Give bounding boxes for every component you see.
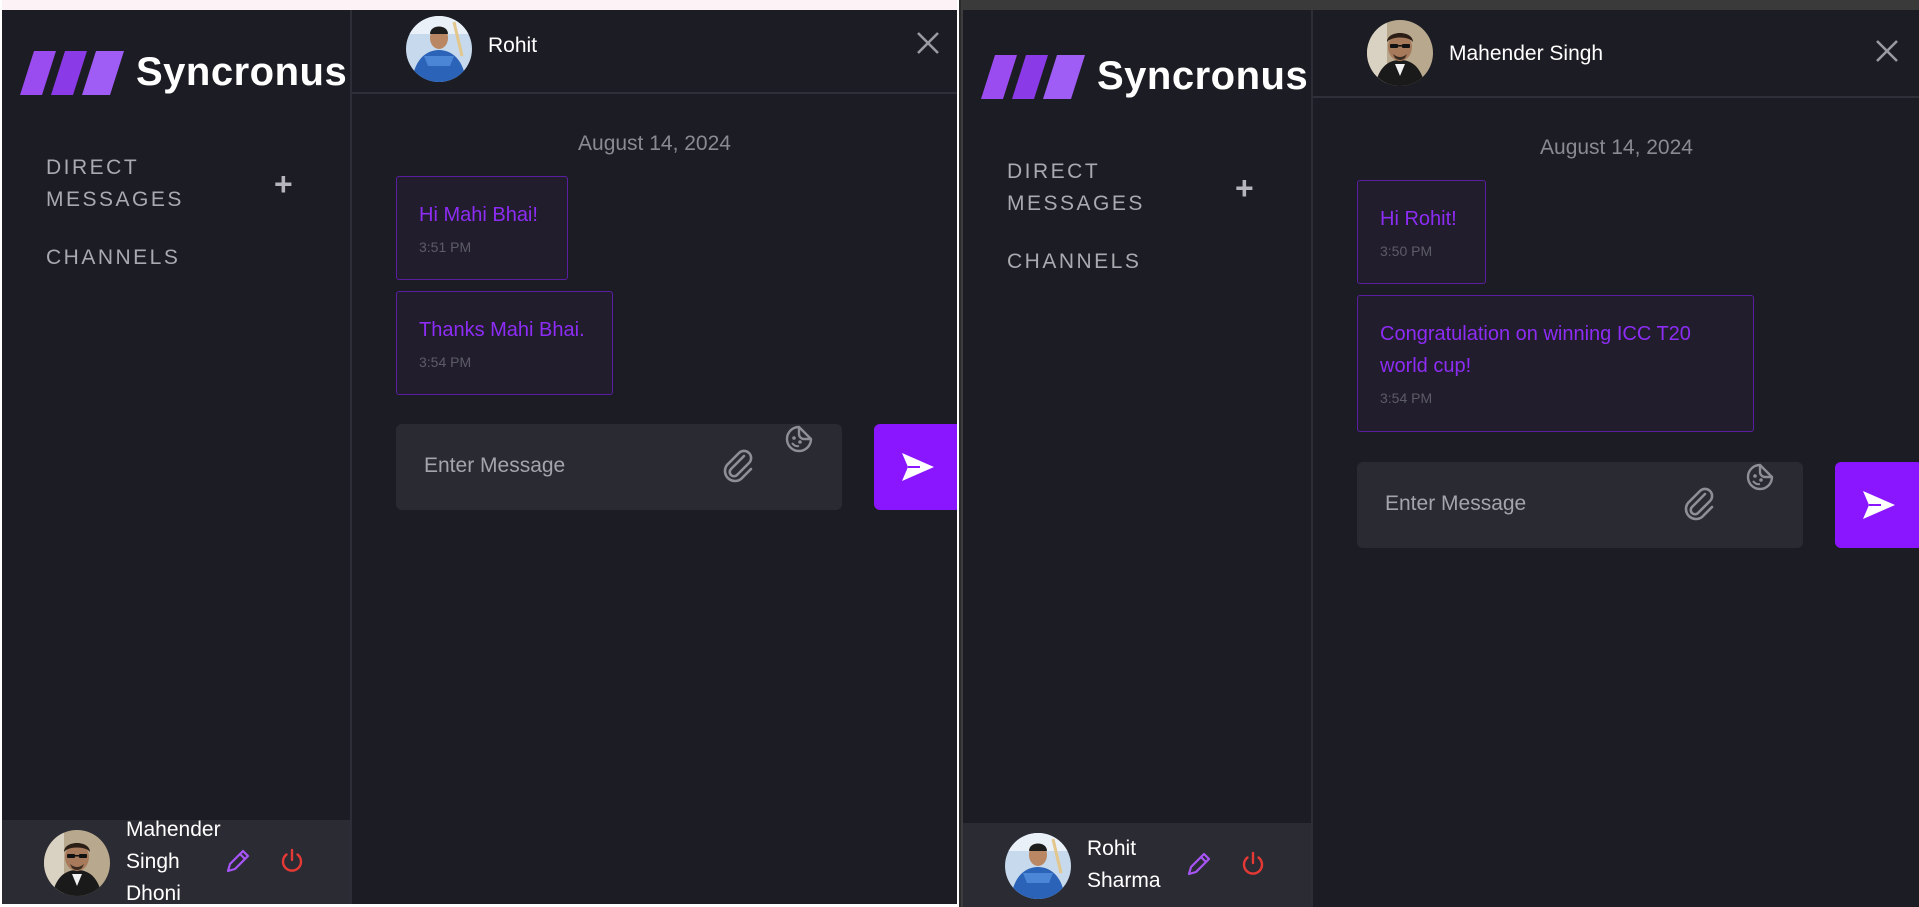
chat-header: Rohit: [352, 10, 957, 94]
user-name-line3: Dhoni: [126, 882, 181, 905]
send-icon: [902, 453, 934, 481]
message-bubble: Congratulation on winning ICC T20 world …: [1357, 295, 1754, 432]
direct-messages-heading: DIRECT MESSAGES: [46, 152, 184, 216]
message-text: Thanks Mahi Bhai.: [419, 319, 585, 341]
app-name: Syncronus: [136, 50, 348, 94]
close-icon[interactable]: [915, 30, 941, 56]
chat-panel: Rohit August 14, 2024 Hi Mahi Bhai! 3:51…: [352, 10, 957, 904]
direct-messages-heading: DIRECT MESSAGES: [1007, 156, 1145, 220]
user-name-line2: Sharma: [1087, 869, 1161, 892]
paperclip-icon[interactable]: [722, 448, 756, 484]
user-name-line1: Mahender: [126, 818, 221, 841]
chat-panel: Mahender Singh August 14, 2024 Hi Rohit!…: [1313, 10, 1919, 907]
pencil-icon[interactable]: [1185, 850, 1213, 878]
paperclip-icon[interactable]: [1683, 486, 1717, 522]
user-profile-bar: Rohit Sharma: [963, 823, 1311, 907]
user-name-line1: Rohit: [1087, 837, 1137, 860]
contact-name: Mahender Singh: [1449, 42, 1604, 65]
channels-heading: CHANNELS: [46, 246, 181, 269]
new-dm-plus-icon[interactable]: +: [1235, 172, 1254, 204]
direct-messages-label-line1: DIRECT: [1007, 160, 1101, 183]
direct-messages-label-line2: MESSAGES: [1007, 192, 1145, 215]
emoji-sticker-icon[interactable]: [784, 424, 814, 454]
user-name-line2: Singh: [126, 850, 180, 873]
chat-header: Mahender Singh: [1313, 10, 1919, 98]
direct-messages-label-line1: DIRECT: [46, 156, 140, 179]
power-icon[interactable]: [1239, 850, 1267, 878]
message-text: Hi Mahi Bhai!: [419, 204, 538, 226]
message-time: 3:51 PM: [419, 239, 472, 255]
contact-avatar[interactable]: [1367, 20, 1433, 86]
logo-stripes-icon: [981, 54, 1085, 99]
user-avatar[interactable]: [44, 830, 110, 896]
message-input-placeholder: Enter Message: [1385, 492, 1527, 515]
direct-messages-label-line2: MESSAGES: [46, 188, 184, 211]
send-button[interactable]: [874, 424, 957, 510]
message-bubble: Hi Mahi Bhai! 3:51 PM: [396, 176, 568, 280]
message-text: Hi Rohit!: [1380, 208, 1457, 230]
emoji-sticker-icon[interactable]: [1745, 462, 1775, 492]
message-input[interactable]: Enter Message: [396, 424, 842, 510]
message-time: 3:50 PM: [1380, 243, 1433, 259]
power-icon[interactable]: [278, 847, 306, 875]
channels-heading: CHANNELS: [1007, 250, 1142, 273]
date-separator: August 14, 2024: [578, 132, 731, 155]
message-text-line2: world cup!: [1380, 355, 1472, 377]
app-logo: Syncronus: [20, 50, 347, 95]
sidebar: Syncronus DIRECT MESSAGES + CHANNELS: [963, 10, 1313, 907]
send-icon: [1863, 491, 1895, 519]
window-top-strip: [2, 0, 957, 10]
close-icon[interactable]: [1874, 38, 1900, 64]
contact-avatar[interactable]: [406, 16, 472, 82]
message-input-placeholder: Enter Message: [424, 454, 566, 477]
send-button[interactable]: [1835, 462, 1919, 548]
date-separator: August 14, 2024: [1540, 136, 1693, 159]
pencil-icon[interactable]: [224, 847, 252, 875]
app-logo: Syncronus: [981, 54, 1308, 99]
sidebar: Syncronus DIRECT MESSAGES + CHANNELS: [2, 10, 352, 904]
message-text-line1: Congratulation on winning ICC T20: [1380, 323, 1691, 345]
logo-stripes-icon: [20, 50, 124, 95]
user-profile-bar: Mahender Singh Dhoni: [2, 818, 350, 905]
message-bubble: Hi Rohit! 3:50 PM: [1357, 180, 1486, 284]
new-dm-plus-icon[interactable]: +: [274, 168, 293, 200]
left-app-window: Syncronus DIRECT MESSAGES + CHANNELS Mah…: [0, 0, 959, 907]
window-top-strip: [963, 0, 1919, 10]
message-input[interactable]: Enter Message: [1357, 462, 1803, 548]
app-name: Syncronus: [1097, 54, 1309, 98]
message-time: 3:54 PM: [419, 354, 472, 370]
message-time: 3:54 PM: [1380, 390, 1433, 406]
right-app-window: Syncronus DIRECT MESSAGES + CHANNELS Roh…: [961, 0, 1919, 907]
contact-name: Rohit: [488, 34, 538, 57]
user-avatar[interactable]: [1005, 833, 1071, 899]
message-bubble: Thanks Mahi Bhai. 3:54 PM: [396, 291, 613, 395]
